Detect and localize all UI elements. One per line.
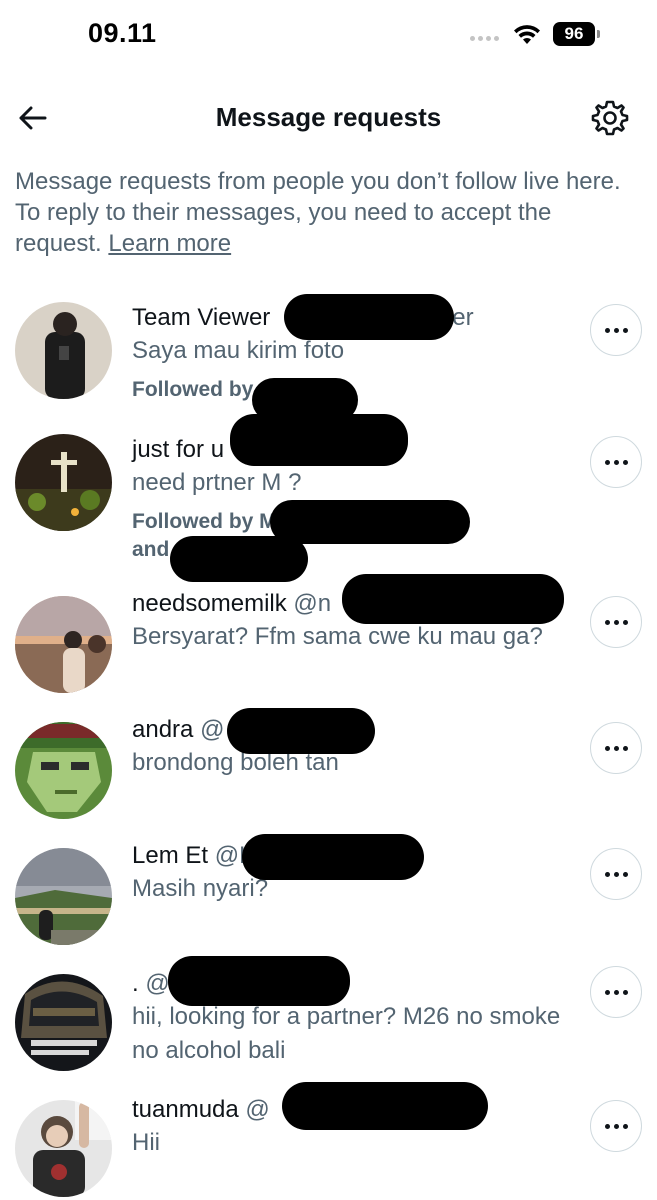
avatar[interactable] xyxy=(15,434,112,531)
avatar[interactable] xyxy=(15,722,112,819)
avatar[interactable] xyxy=(15,1100,112,1197)
list-item[interactable]: tuanmuda @ Hii xyxy=(0,1082,657,1200)
handle: @n xyxy=(293,590,332,617)
redaction xyxy=(242,834,424,880)
wifi-icon xyxy=(514,25,540,44)
redaction xyxy=(270,500,470,544)
header: Message requests xyxy=(0,90,657,146)
redaction xyxy=(282,1082,488,1130)
battery-level: 96 xyxy=(564,24,584,43)
more-options-button[interactable] xyxy=(590,966,642,1018)
handle: @ xyxy=(245,1096,270,1123)
redaction xyxy=(230,414,408,466)
list-item[interactable]: needsomemilk @n Bersyarat? Ffm sama cwe … xyxy=(0,574,657,712)
more-options-button[interactable] xyxy=(590,722,642,774)
status-bar: 09.11 96 xyxy=(0,0,657,70)
redaction xyxy=(342,574,564,624)
redaction xyxy=(227,708,375,754)
display-name: andra xyxy=(132,716,194,743)
display-name: . xyxy=(132,970,139,997)
avatar[interactable] xyxy=(15,974,112,1071)
message-preview: Bersyarat? Ffm sama cwe ku mau ga? xyxy=(132,623,543,650)
list-item[interactable]: just for u need prtner M ? Followed by M… xyxy=(0,414,657,582)
display-name: tuanmuda xyxy=(132,1096,239,1123)
list-item[interactable]: Lem Et @L Masih nyari? xyxy=(0,834,657,968)
more-options-button[interactable] xyxy=(590,436,642,488)
learn-more-link[interactable]: Learn more xyxy=(108,230,231,257)
message-preview: Hii xyxy=(132,1129,160,1156)
avatar[interactable] xyxy=(15,848,112,945)
more-options-button[interactable] xyxy=(590,848,642,900)
display-name: Lem Et xyxy=(132,842,209,869)
list-item[interactable]: andra @ brondong boleh tan xyxy=(0,708,657,840)
intro-description: Message requests from people you don’t f… xyxy=(15,168,621,257)
status-time: 09.11 xyxy=(88,18,157,48)
avatar[interactable] xyxy=(15,302,112,399)
redaction xyxy=(284,294,454,340)
cellular-signal-icon xyxy=(470,36,499,41)
avatar[interactable] xyxy=(15,596,112,693)
redaction xyxy=(170,536,308,582)
page-title: Message requests xyxy=(215,102,442,132)
handle: @ xyxy=(200,716,225,743)
gear-icon[interactable] xyxy=(590,98,630,138)
more-options-button[interactable] xyxy=(590,596,642,648)
list-item[interactable]: Team Viewer ser Saya mau kirim foto Follo… xyxy=(0,290,657,422)
more-options-button[interactable] xyxy=(590,304,642,356)
redaction xyxy=(168,956,350,1006)
display-name: needsomemilk xyxy=(132,590,287,617)
display-name: Team Viewer xyxy=(132,304,271,331)
intro-text: Message requests from people you don’t f… xyxy=(15,166,635,259)
more-options-button[interactable] xyxy=(590,1100,642,1152)
message-preview: hii, looking for a partner? M26 no smoke… xyxy=(132,1003,561,1064)
battery-icon: 96 xyxy=(553,22,600,46)
message-preview: need prtner M ? xyxy=(132,469,302,496)
handle: @ xyxy=(145,970,170,997)
